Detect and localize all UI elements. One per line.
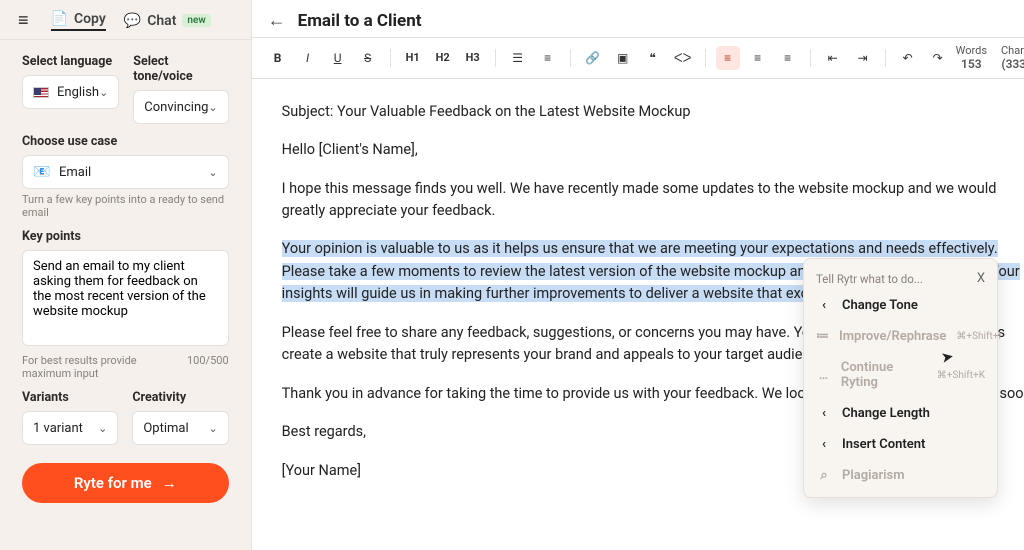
menu-item-label: Change Tone (842, 298, 918, 313)
menu-item-shortcut: ⌘+Shift+K (937, 370, 985, 381)
tone-select[interactable]: Convincing ⌄ (133, 90, 228, 124)
words-label: Words (956, 44, 987, 57)
menu-item-continue-ryting: … Continue Ryting ⌘+Shift+K (804, 352, 997, 398)
chat-icon: 💬 (124, 13, 141, 29)
ryte-button-label: Ryte for me (74, 474, 152, 492)
tone-value: Convincing (144, 100, 208, 115)
code-button[interactable]: ᐸᐳ (671, 46, 695, 70)
menu-item-change-length[interactable]: ‹ Change Length (804, 398, 997, 429)
flag-us-icon (33, 87, 49, 98)
usecase-hint: Turn a few key points into a ready to se… (22, 193, 229, 219)
tab-copy-label: Copy (74, 11, 106, 27)
menu-icon[interactable]: ≡ (18, 10, 29, 31)
sidebar: ≡ 📄 Copy 💬 Chat new Select language Engl… (0, 0, 252, 550)
h1-button[interactable]: H1 (401, 46, 425, 70)
menu-item-label: Change Length (842, 406, 930, 421)
language-value: English (57, 85, 99, 100)
keypoints-label: Key points (22, 229, 229, 244)
usecase-value: Email (59, 165, 91, 180)
tone-label: Select tone/voice (133, 54, 228, 84)
menu-item-icon: ‹ (816, 298, 832, 313)
back-button[interactable]: ← (268, 10, 286, 31)
undo-button[interactable]: ↶ (896, 46, 920, 70)
main: ← Email to a Client ⋮ B I U S H1 H2 H3 ☰… (252, 0, 1024, 550)
keypoints-hint: For best results provide maximum input (22, 354, 187, 380)
menu-item-label: Insert Content (842, 437, 925, 452)
creativity-value: Optimal (143, 421, 188, 436)
keypoints-input[interactable] (22, 250, 229, 346)
chevron-down-icon: ⌄ (208, 101, 217, 114)
bold-button[interactable]: B (266, 46, 290, 70)
menu-item-improve-rephrase: ≔Improve/Rephrase⌘+Shift+I (804, 321, 997, 352)
variants-select[interactable]: 1 variant ⌄ (22, 411, 118, 445)
h3-button[interactable]: H3 (461, 46, 485, 70)
chevron-down-icon: ⌄ (208, 166, 217, 179)
strike-button[interactable]: S (356, 46, 380, 70)
link-button[interactable]: 🔗 (581, 46, 605, 70)
menu-item-icon: ⌕ (816, 468, 832, 483)
email-greeting: Hello [Client's Name], (282, 139, 1024, 161)
indent-button[interactable]: ⇤ (821, 46, 845, 70)
chars-value: (333) 899 (1001, 57, 1024, 71)
chevron-down-icon: ⌄ (99, 86, 108, 99)
underline-button[interactable]: U (326, 46, 350, 70)
menu-item-shortcut: ⌘+Shift+I (956, 331, 1001, 342)
variants-label: Variants (22, 390, 118, 405)
menu-item-icon: … (816, 368, 831, 383)
side-tabs: ≡ 📄 Copy 💬 Chat new (0, 0, 251, 40)
arrow-right-icon: → (162, 474, 177, 492)
copy-icon: 📄 (51, 11, 68, 27)
toolbar: B I U S H1 H2 H3 ☰ ≡ 🔗 ▣ ❝ ᐸᐳ ≡ ≡ ≡ ⇤ ⇥ … (252, 38, 1024, 79)
menu-item-insert-content[interactable]: ‹ Insert Content (804, 429, 997, 460)
h2-button[interactable]: H2 (431, 46, 455, 70)
menu-item-label: Improve/Rephrase (839, 329, 946, 344)
menu-item-icon: ‹ (816, 437, 832, 452)
usecase-select[interactable]: 📧 Email ⌄ (22, 155, 229, 189)
chars-label: Characters (1001, 44, 1024, 57)
tab-chat[interactable]: 💬 Chat new (124, 13, 211, 29)
tab-copy[interactable]: 📄 Copy (51, 11, 106, 31)
tab-chat-label: Chat (147, 13, 176, 29)
chevron-down-icon: ⌄ (208, 422, 217, 435)
email-para-1: I hope this message finds you well. We h… (282, 178, 1024, 223)
email-icon: 📧 (33, 163, 51, 181)
language-select[interactable]: English ⌄ (22, 75, 119, 109)
italic-button[interactable]: I (296, 46, 320, 70)
creativity-select[interactable]: Optimal ⌄ (132, 411, 228, 445)
context-menu-placeholder[interactable]: Tell Rytr what to do... (816, 272, 923, 286)
creativity-label: Creativity (132, 390, 228, 405)
outdent-button[interactable]: ⇥ (851, 46, 875, 70)
topbar: ← Email to a Client ⋮ (252, 0, 1024, 38)
words-value: 153 (956, 57, 987, 71)
variants-value: 1 variant (33, 421, 83, 436)
number-list-button[interactable]: ≡ (536, 46, 560, 70)
stats: Words153 Characters(333) 899 (956, 44, 1024, 72)
menu-item-plagiarism: ⌕ Plagiarism (804, 460, 997, 491)
image-button[interactable]: ▣ (611, 46, 635, 70)
keypoints-counter: 100/500 (187, 354, 229, 380)
new-badge: new (182, 14, 210, 27)
menu-item-icon: ≔ (816, 329, 829, 344)
menu-item-change-tone[interactable]: ‹ Change Tone (804, 290, 997, 321)
align-left-button[interactable]: ≡ (716, 46, 740, 70)
menu-item-icon: ‹ (816, 406, 832, 421)
close-icon[interactable]: X (977, 271, 985, 286)
context-menu: Tell Rytr what to do... X ‹ Change Tone ≔ I… (803, 258, 998, 498)
email-subject: Subject: Your Valuable Feedback on the L… (282, 101, 1024, 123)
page-title: Email to a Client (298, 11, 422, 31)
bullet-list-button[interactable]: ☰ (506, 46, 530, 70)
redo-button[interactable]: ↷ (926, 46, 950, 70)
menu-item-label: Continue Ryting (841, 360, 927, 390)
usecase-label: Choose use case (22, 134, 229, 149)
ryte-button[interactable]: Ryte for me → (22, 463, 229, 503)
align-center-button[interactable]: ≡ (746, 46, 770, 70)
align-right-button[interactable]: ≡ (776, 46, 800, 70)
quote-button[interactable]: ❝ (641, 46, 665, 70)
menu-item-label: Plagiarism (842, 468, 905, 483)
chevron-down-icon: ⌄ (98, 422, 107, 435)
language-label: Select language (22, 54, 119, 69)
